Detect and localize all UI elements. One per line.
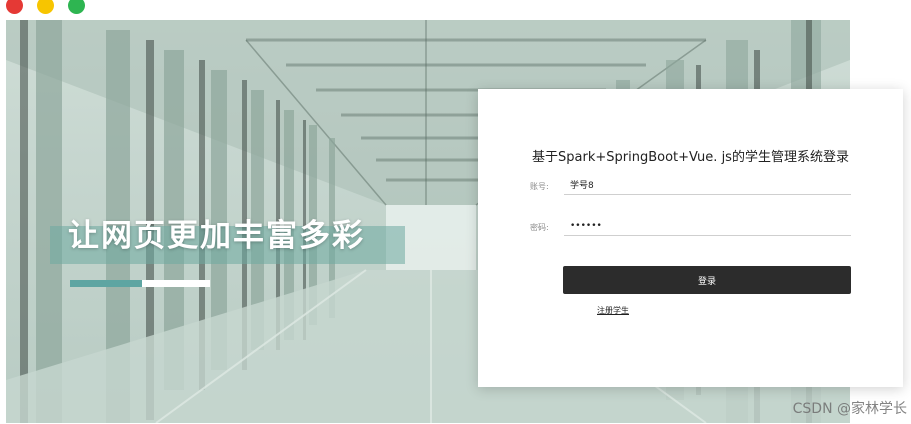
register-student-link[interactable]: 注册学生 [597,305,629,316]
decor-bar-white [142,280,210,287]
decor-bar-teal [70,280,142,287]
login-card: 基于Spark+SpringBoot+Vue. js的学生管理系统登录 账号: … [478,89,903,387]
password-input[interactable]: •••••• [564,216,851,236]
hero-slogan: 让网页更加丰富多彩 [68,218,365,254]
minimize-window-button[interactable] [37,0,54,14]
password-label: 密码: [530,223,549,232]
close-window-button[interactable] [6,0,23,14]
login-title: 基于Spark+SpringBoot+Vue. js的学生管理系统登录 [532,150,849,165]
window-controls [6,0,85,16]
csdn-watermark: CSDN @家林学长 [792,401,907,417]
account-label: 账号: [530,182,549,191]
maximize-window-button[interactable] [68,0,85,14]
password-input-value: •••••• [570,220,602,231]
login-button[interactable]: 登录 [563,266,851,294]
account-input[interactable]: 学号8 [564,175,851,195]
account-input-value: 学号8 [570,181,594,191]
